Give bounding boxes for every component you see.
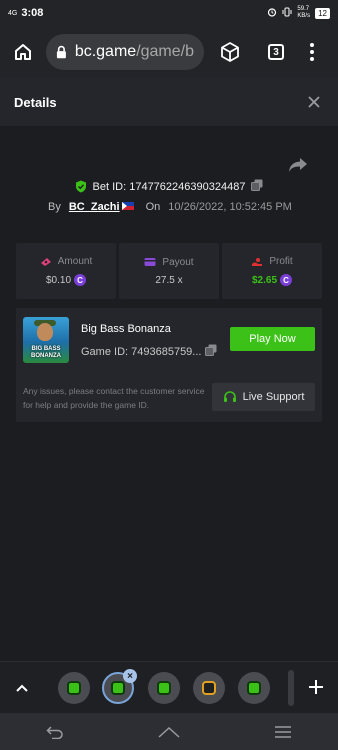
bet-author-row: By BC_Zachi On 10/26/2022, 10:52:45 PM xyxy=(48,201,292,213)
new-tab-icon[interactable] xyxy=(306,677,326,697)
network-speed: 59.7 KB/s xyxy=(297,6,311,19)
close-icon xyxy=(308,96,320,108)
status-time: 3:08 xyxy=(21,7,44,19)
tab-close-button[interactable]: × xyxy=(123,669,137,683)
play-now-button[interactable]: Play Now xyxy=(230,327,315,351)
home-nav-icon[interactable] xyxy=(157,725,181,739)
tab-strip: × xyxy=(0,661,338,713)
coin-icon: C xyxy=(280,274,293,286)
app-favicon-icon xyxy=(202,681,216,695)
share-icon xyxy=(289,158,307,172)
tab-switcher-button[interactable]: 3 xyxy=(256,26,296,78)
game-card: BIG BASS BONANZA Big Bass Bonanza Game ID… xyxy=(16,308,322,422)
back-icon[interactable] xyxy=(46,725,64,739)
recents-icon[interactable] xyxy=(274,725,292,739)
flag-icon xyxy=(121,201,134,213)
tab-count: 3 xyxy=(268,44,284,60)
game-thumbnail[interactable]: BIG BASS BONANZA xyxy=(23,317,69,363)
tab-thumbnail[interactable] xyxy=(148,672,180,704)
copy-icon xyxy=(205,344,217,356)
tab-thumbnail[interactable] xyxy=(193,672,225,704)
lock-icon xyxy=(56,45,66,59)
verified-shield-icon xyxy=(75,180,86,193)
game-name: Big Bass Bonanza xyxy=(81,323,171,335)
tab-thumbnail[interactable] xyxy=(238,672,270,704)
payout-icon xyxy=(144,258,156,266)
alarm-icon xyxy=(267,7,277,19)
bet-datetime: 10/26/2022, 10:52:45 PM xyxy=(168,201,292,213)
modal-header: Details xyxy=(0,78,338,126)
amount-stat: Amount $0.10 C xyxy=(16,243,116,299)
payout-label: Payout xyxy=(162,256,194,268)
copy-game-id-button[interactable] xyxy=(205,344,217,359)
support-hint: Any issues, please contact the customer … xyxy=(23,386,205,410)
bc-game-favicon-icon xyxy=(247,681,261,695)
bet-stats: Amount $0.10 C Payout 27.5 x Profit $2.6… xyxy=(16,243,322,299)
share-button[interactable] xyxy=(287,156,309,174)
bc-game-favicon-icon xyxy=(67,681,81,695)
browser-toolbar: bc.game/game/b 3 xyxy=(0,26,338,78)
payout-value: 27.5 x xyxy=(155,274,183,286)
profit-value: $2.65 xyxy=(251,274,278,286)
coin-icon: C xyxy=(74,274,87,286)
live-support-button[interactable]: Live Support xyxy=(212,383,315,411)
game-id-row: Game ID: 7493685759... xyxy=(81,344,217,359)
copy-icon xyxy=(251,179,263,191)
username-link[interactable]: BC_Zachi xyxy=(69,201,120,213)
url-bar[interactable]: bc.game/game/b xyxy=(46,34,204,70)
tab-thumbnail[interactable] xyxy=(58,672,90,704)
bet-details: Bet ID: 1747762246390324487 By BC_Zachi … xyxy=(0,126,338,661)
by-label: By xyxy=(48,201,61,213)
bet-id: Bet ID: 1747762246390324487 xyxy=(92,180,246,193)
on-label: On xyxy=(145,201,161,213)
status-bar: 4G 3:08 59.7 KB/s 12 xyxy=(0,0,338,26)
network-indicator: 4G xyxy=(8,9,18,17)
bc-game-favicon-icon xyxy=(111,681,125,695)
extension-button[interactable] xyxy=(210,26,250,78)
home-button[interactable] xyxy=(0,26,46,78)
browser-menu-button[interactable] xyxy=(302,43,322,61)
profit-label: Profit xyxy=(269,256,293,267)
headset-icon xyxy=(223,391,236,402)
profit-stat: Profit $2.65 C xyxy=(222,243,322,299)
vibrate-icon xyxy=(282,7,292,19)
bet-id-row: Bet ID: 1747762246390324487 xyxy=(0,179,338,194)
amount-icon xyxy=(40,257,51,266)
copy-bet-id-button[interactable] xyxy=(251,179,263,194)
system-nav-bar xyxy=(0,713,338,750)
amount-value: $0.10 xyxy=(45,274,72,286)
close-button[interactable] xyxy=(304,92,324,112)
live-support-label: Live Support xyxy=(242,391,305,403)
cube-icon xyxy=(221,42,239,62)
tab-strip-overflow xyxy=(288,670,294,706)
payout-stat: Payout 27.5 x xyxy=(119,243,219,299)
chevron-up-icon[interactable] xyxy=(14,681,30,695)
bc-game-favicon-icon xyxy=(157,681,171,695)
game-id: Game ID: 7493685759... xyxy=(81,345,202,358)
amount-label: Amount xyxy=(57,256,93,267)
modal-title: Details xyxy=(14,94,57,110)
profit-icon xyxy=(252,257,263,266)
url-text: bc.game/game/b xyxy=(74,43,194,60)
battery-indicator: 12 xyxy=(315,7,330,19)
home-icon xyxy=(15,44,31,60)
